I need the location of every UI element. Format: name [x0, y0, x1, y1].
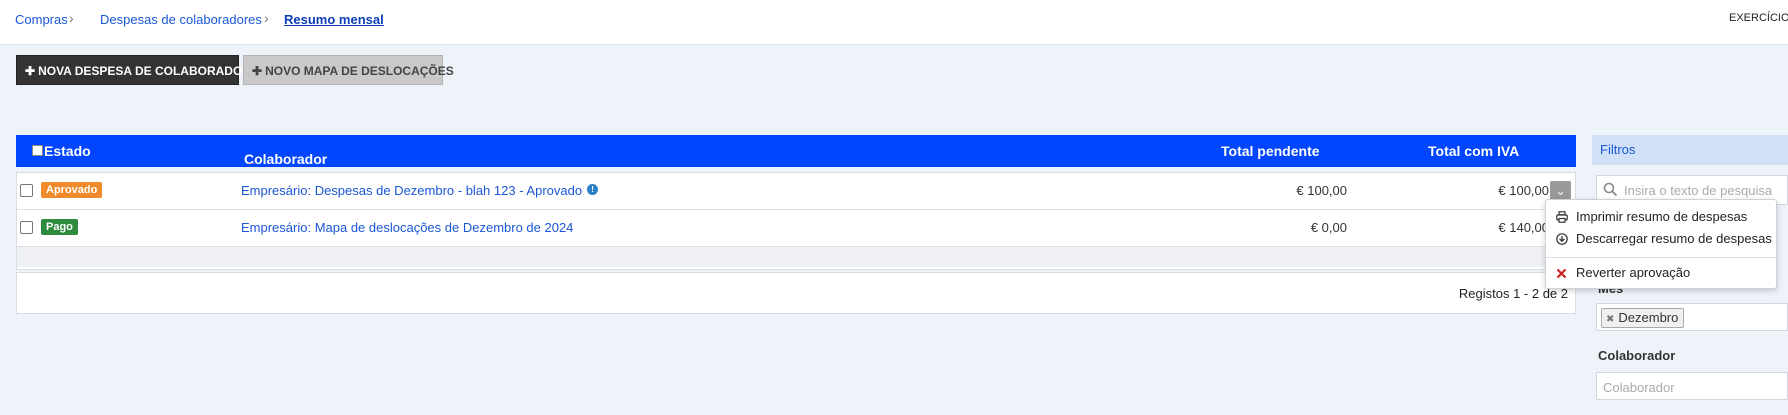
printer-icon	[1556, 211, 1568, 226]
plus-icon: ✚	[252, 64, 263, 78]
table-body: Aprovado Empresário: Despesas de Dezembr…	[16, 172, 1576, 270]
column-colaborador-label: Colaborador	[244, 151, 328, 167]
row-description-text: Empresário: Despesas de Dezembro - blah …	[241, 183, 583, 198]
menu-item-label: Reverter aprovação	[1576, 265, 1691, 280]
select-all-checkbox[interactable]	[32, 145, 43, 156]
table-row[interactable]: Pago Empresário: Mapa de deslocações de …	[17, 210, 1575, 247]
row-checkbox[interactable]	[20, 184, 33, 197]
top-bar: Compras › Despesas de colaboradores › Re…	[0, 0, 1788, 45]
table-header: Estado Colaborador _ Total pendente Total…	[16, 135, 1576, 167]
table-row[interactable]: Aprovado Empresário: Despesas de Dezembr…	[17, 173, 1575, 210]
table-filler-row	[17, 247, 1575, 267]
fiscal-year-label[interactable]: EXERCÍCIO 2	[1729, 12, 1788, 24]
sort-indicator-icon: _	[248, 151, 255, 165]
collaborator-filter-label: Colaborador	[1598, 348, 1676, 363]
menu-item-label: Descarregar resumo de despesas	[1576, 231, 1772, 246]
total-pendente-value: € 0,00	[1310, 220, 1347, 235]
column-header-total-pendente[interactable]: Total pendente	[1221, 143, 1320, 159]
new-travel-map-button[interactable]: ✚ NOVO MAPA DE DESLOCAÇÕES	[243, 55, 454, 85]
collaborator-filter-input[interactable]: Colaborador	[1596, 372, 1788, 400]
close-icon	[1556, 267, 1567, 282]
breadcrumb-despesas[interactable]: Despesas de colaboradores	[100, 12, 262, 27]
breadcrumb-separator-icon: ›	[264, 10, 269, 26]
row-description-link[interactable]: Empresário: Mapa de deslocações de Dezem…	[241, 220, 573, 235]
new-expense-button[interactable]: ✚ NOVA DESPESA DE COLABORADOR	[16, 55, 251, 85]
filters-title[interactable]: Filtros	[1592, 135, 1788, 165]
breadcrumb-separator-icon: ›	[69, 10, 74, 26]
breadcrumb-compras[interactable]: Compras	[15, 12, 68, 27]
chevron-down-icon: ⌄	[1555, 184, 1566, 198]
total-pendente-value: € 100,00	[1296, 183, 1347, 198]
remove-chip-icon[interactable]: ✖	[1606, 314, 1614, 325]
new-expense-label: NOVA DESPESA DE COLABORADOR	[38, 64, 251, 78]
download-icon	[1556, 233, 1568, 248]
menu-item-label: Imprimir resumo de despesas	[1576, 209, 1748, 224]
menu-item-revert-approval[interactable]: Reverter aprovação	[1546, 260, 1776, 286]
month-chip-label: Dezembro	[1618, 310, 1679, 325]
plus-icon: ✚	[25, 64, 36, 78]
breadcrumb-current[interactable]: Resumo mensal	[284, 12, 384, 27]
total-com-iva-value: € 140,00	[1498, 220, 1549, 235]
status-badge: Aprovado	[41, 182, 103, 198]
info-icon[interactable]: !	[587, 184, 599, 195]
total-com-iva-value: € 100,00	[1498, 183, 1549, 198]
menu-item-download-summary[interactable]: Descarregar resumo de despesas	[1546, 226, 1776, 252]
pagination-footer: Registos 1 - 2 de 2	[16, 272, 1576, 314]
row-actions-menu: Imprimir resumo de despesas Descarregar …	[1545, 199, 1777, 289]
row-actions-toggle[interactable]: ⌄	[1550, 181, 1571, 201]
menu-divider	[1546, 257, 1776, 258]
search-placeholder: Insira o texto de pesquisa	[1624, 183, 1773, 198]
month-chip[interactable]: ✖ Dezembro	[1601, 308, 1685, 328]
row-description-link[interactable]: Empresário: Despesas de Dezembro - blah …	[241, 183, 599, 198]
row-checkbox[interactable]	[20, 221, 33, 234]
column-header-estado[interactable]: Estado	[44, 143, 91, 159]
month-filter-select[interactable]: ✖ Dezembro	[1596, 303, 1788, 331]
status-badge: Pago	[41, 219, 78, 235]
new-travel-map-label: NOVO MAPA DE DESLOCAÇÕES	[265, 64, 454, 78]
column-header-total-com-iva[interactable]: Total com IVA	[1428, 143, 1519, 159]
collaborator-placeholder: Colaborador	[1603, 380, 1675, 395]
